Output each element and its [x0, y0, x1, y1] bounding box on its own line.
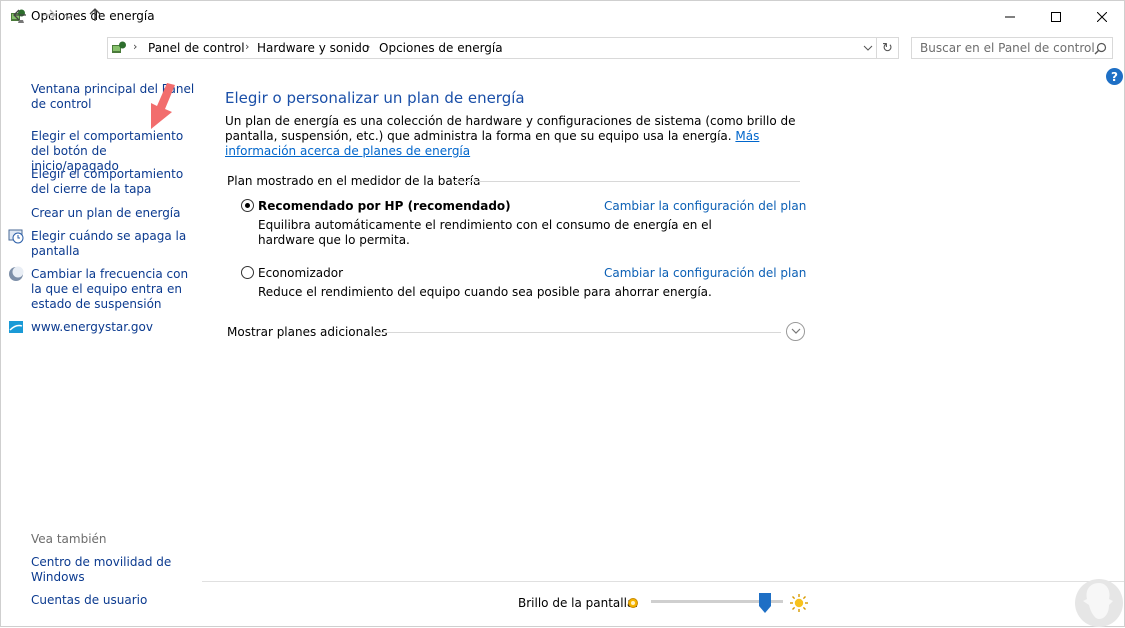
title-bar: Opciones de energía: [1, 1, 1124, 32]
minimize-button[interactable]: [987, 1, 1033, 32]
left-link-energystar[interactable]: www.energystar.gov: [31, 320, 196, 335]
divider: [202, 581, 1124, 582]
chevron-down-icon[interactable]: [862, 42, 874, 54]
change-plan-settings-link-hp[interactable]: Cambiar la configuración del plan: [604, 199, 806, 213]
address-bar[interactable]: › Panel de control › Hardware y sonido ›…: [107, 37, 877, 59]
left-link-sleep-frequency[interactable]: Cambiar la frecuencia con la que el equi…: [31, 267, 196, 312]
help-icon: ?: [1111, 69, 1118, 84]
divider: [453, 181, 800, 182]
close-button[interactable]: [1079, 1, 1125, 32]
plan-name-hp-recommended[interactable]: Recomendado por HP (recomendado): [258, 199, 511, 213]
moon-sleep-icon: [9, 266, 24, 281]
watermark-logo: [1075, 579, 1123, 627]
breadcrumb-hardware-y-sonido[interactable]: Hardware y sonido: [257, 41, 369, 55]
page-description: Un plan de energía es una colección de h…: [225, 114, 815, 159]
power-options-icon: [112, 41, 126, 53]
annotation-arrow-icon: [151, 83, 175, 129]
divider: [373, 332, 781, 333]
breadcrumb-panel-de-control[interactable]: Panel de control: [148, 41, 245, 55]
plan-radio-economizador[interactable]: [241, 266, 254, 279]
see-also-heading: Vea también: [31, 532, 107, 546]
help-button[interactable]: ?: [1106, 68, 1123, 85]
left-link-mobility-center[interactable]: Centro de movilidad de Windows: [31, 555, 196, 585]
arrow-up-icon: [89, 8, 101, 21]
plan-description-economizador: Reduce el rendimiento del equipo cuando …: [258, 285, 712, 299]
left-link-user-accounts[interactable]: Cuentas de usuario: [31, 593, 196, 608]
expand-additional-plans-button[interactable]: [786, 322, 805, 341]
left-link-create-power-plan[interactable]: Crear un plan de energía: [31, 206, 196, 221]
brightness-high-icon: [790, 594, 808, 612]
display-clock-icon: [8, 229, 24, 244]
brightness-label: Brillo de la pantalla:: [518, 596, 639, 610]
minimize-icon: [1005, 16, 1015, 17]
up-button[interactable]: [85, 5, 105, 25]
maximize-button[interactable]: [1033, 1, 1079, 32]
chevron-right-icon: ›: [245, 40, 250, 53]
plan-description-hp: Equilibra automáticamente el rendimiento…: [258, 218, 712, 247]
chevron-down-icon: [791, 328, 800, 334]
plan-name-economizador[interactable]: Economizador: [258, 266, 343, 280]
show-additional-plans-label[interactable]: Mostrar planes adicionales: [227, 325, 388, 339]
description-text: Un plan de energía es una colección de h…: [225, 114, 796, 143]
battery-meter-group-label: Plan mostrado en el medidor de la baterí…: [227, 174, 481, 188]
chevron-right-icon: ›: [133, 40, 138, 53]
plan-radio-hp-recommended[interactable]: [241, 199, 254, 212]
change-plan-settings-link-economizador[interactable]: Cambiar la configuración del plan: [604, 266, 806, 280]
brightness-slider-thumb[interactable]: [758, 593, 771, 613]
search-icon: [1094, 42, 1107, 55]
power-options-window: Opciones de energía › Panel de control ›…: [0, 0, 1125, 627]
recent-locations-button[interactable]: [63, 7, 75, 27]
refresh-icon: ↻: [882, 40, 893, 56]
forward-button[interactable]: [39, 5, 59, 25]
maximize-icon: [1051, 11, 1061, 22]
energy-star-icon: [9, 321, 23, 333]
left-link-display-off[interactable]: Elegir cuándo se apaga la pantalla: [31, 229, 196, 259]
chevron-right-icon: ›: [366, 40, 371, 53]
close-icon: [1097, 11, 1107, 22]
breadcrumb-opciones-de-energia[interactable]: Opciones de energía: [379, 41, 503, 55]
arrow-left-icon: [13, 9, 26, 21]
search-placeholder: Buscar en el Panel de control: [920, 41, 1095, 55]
page-title: Elegir o personalizar un plan de energía: [225, 89, 525, 107]
back-button[interactable]: [10, 5, 30, 25]
arrow-right-icon: [43, 9, 56, 21]
search-input[interactable]: Buscar en el Panel de control: [911, 37, 1113, 59]
refresh-button[interactable]: ↻: [877, 37, 899, 59]
chevron-down-icon: [65, 14, 73, 19]
left-link-lid-close-behavior[interactable]: Elegir el comportamiento del cierre de l…: [31, 167, 196, 197]
brightness-low-icon: [628, 598, 638, 608]
